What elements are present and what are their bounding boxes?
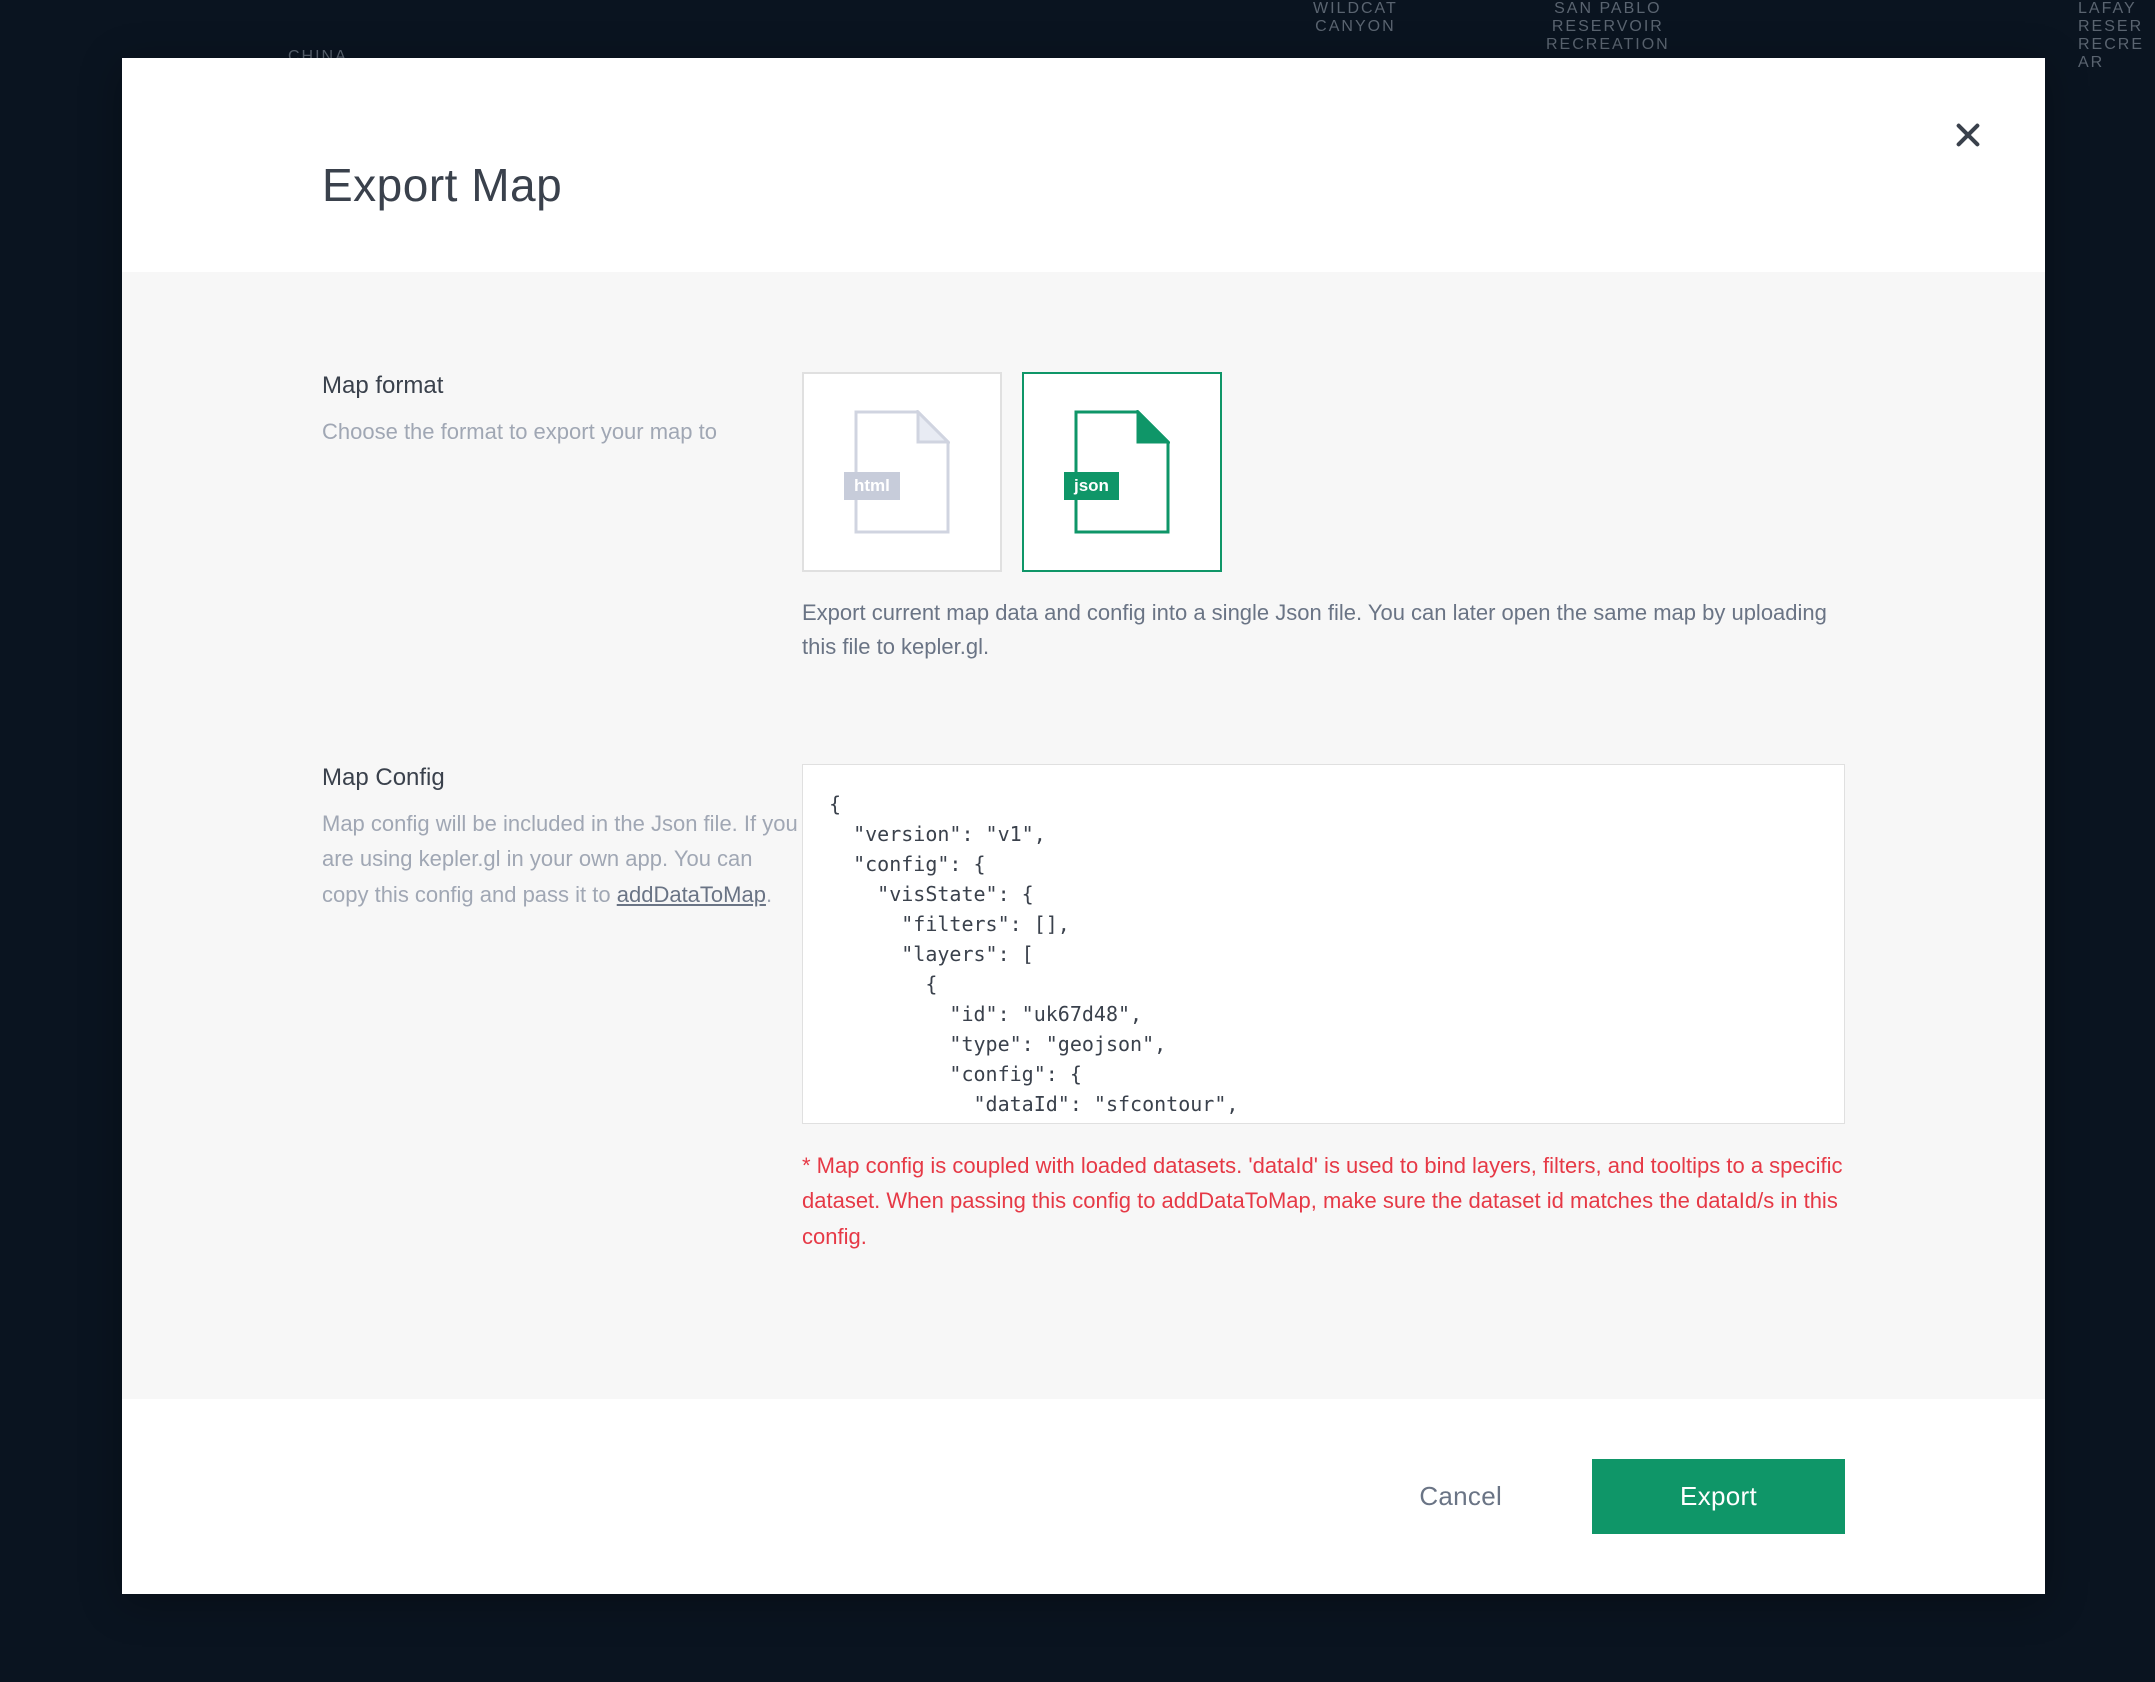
format-options: html json <box>802 372 1845 572</box>
json-file-icon: json <box>1074 410 1170 534</box>
format-option-json[interactable]: json <box>1022 372 1222 572</box>
map-config-title: Map Config <box>322 764 802 792</box>
html-file-icon: html <box>854 410 950 534</box>
map-config-left: Map Config Map config will be included i… <box>322 764 802 1254</box>
map-label-wildcat: WILDCATCANYON <box>1313 0 1398 36</box>
map-format-left: Map format Choose the format to export y… <box>322 372 802 664</box>
modal-header: Export Map <box>122 58 2045 272</box>
map-format-title: Map format <box>322 372 802 400</box>
export-map-modal: Export Map Map format Choose the format … <box>122 58 2045 1594</box>
modal-title: Export Map <box>322 158 562 212</box>
map-config-section: Map Config Map config will be included i… <box>322 764 1845 1254</box>
add-data-to-map-link[interactable]: addDataToMap <box>617 882 766 907</box>
config-code-box[interactable]: { "version": "v1", "config": { "visState… <box>802 764 1845 1124</box>
map-format-section: Map format Choose the format to export y… <box>322 372 1845 664</box>
modal-body: Map format Choose the format to export y… <box>122 272 2045 1399</box>
html-badge-label: html <box>844 472 900 500</box>
map-config-desc: Map config will be included in the Json … <box>322 806 802 912</box>
format-selected-desc: Export current map data and config into … <box>802 596 1845 664</box>
export-button[interactable]: Export <box>1592 1459 1845 1534</box>
map-format-right: html json Export current map da <box>802 372 1845 664</box>
config-disclaimer: * Map config is coupled with loaded data… <box>802 1148 1845 1254</box>
map-label-lafayette: LAFAYRESERRECREAR <box>2078 0 2144 72</box>
map-config-right: { "version": "v1", "config": { "visState… <box>802 764 1845 1254</box>
close-icon <box>1954 121 1982 149</box>
map-label-sanpablo: SAN PABLORESERVOIRRECREATION <box>1546 0 1670 54</box>
json-badge-label: json <box>1064 472 1119 500</box>
close-button[interactable] <box>1943 110 1993 160</box>
cancel-button[interactable]: Cancel <box>1359 1459 1562 1534</box>
modal-footer: Cancel Export <box>122 1399 2045 1594</box>
format-option-html[interactable]: html <box>802 372 1002 572</box>
map-format-desc: Choose the format to export your map to <box>322 414 802 449</box>
